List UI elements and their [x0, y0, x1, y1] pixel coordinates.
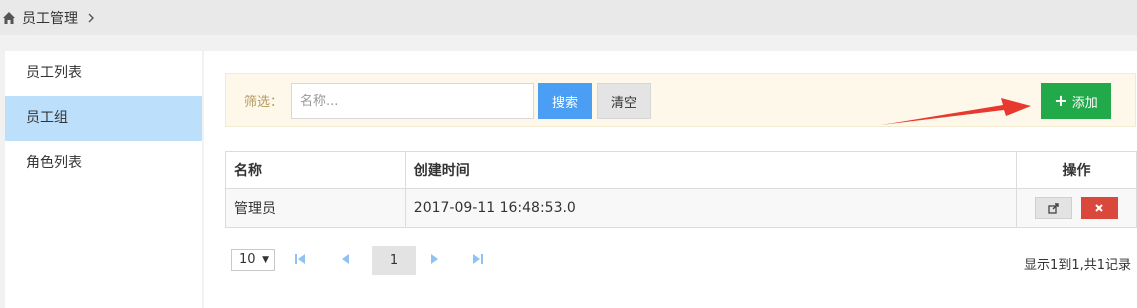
- clear-button[interactable]: 清空: [597, 83, 651, 119]
- sidebar-item-employee-group[interactable]: 员工组: [5, 96, 202, 141]
- edit-button[interactable]: [1035, 197, 1073, 219]
- column-header-created[interactable]: 创建时间: [404, 151, 1018, 189]
- filter-label: 筛选：: [244, 95, 284, 110]
- column-header-name[interactable]: 名称: [225, 151, 406, 189]
- main-panel: 筛选： 搜索 清空 + 添加 名称 创建时间 操作 管理员 2017-09-11…: [204, 51, 1137, 308]
- previous-page-icon[interactable]: [338, 251, 354, 267]
- delete-button[interactable]: [1080, 197, 1118, 219]
- record-count-text: 显示1到1,共1记录: [1024, 258, 1131, 273]
- add-button[interactable]: + 添加: [1041, 83, 1111, 119]
- group-table: 名称 创建时间 操作 管理员 2017-09-11 16:48:53.0: [225, 151, 1137, 228]
- cell-name: 管理员: [225, 188, 406, 228]
- page-size-value: 10: [239, 252, 256, 267]
- next-page-icon[interactable]: [426, 251, 442, 267]
- page-size-select[interactable]: 10 ▼: [231, 249, 275, 271]
- sidebar-item-employee-list[interactable]: 员工列表: [5, 51, 202, 96]
- current-page-button[interactable]: 1: [372, 246, 416, 275]
- last-page-icon[interactable]: [470, 251, 486, 267]
- table-row[interactable]: 管理员 2017-09-11 16:48:53.0: [225, 188, 1137, 228]
- add-button-label: 添加: [1071, 95, 1098, 111]
- column-header-actions: 操作: [1016, 151, 1137, 189]
- breadcrumb-label[interactable]: 员工管理: [22, 8, 78, 28]
- dropdown-caret-icon: ▼: [262, 255, 269, 265]
- cell-created: 2017-09-11 16:48:53.0: [404, 188, 1018, 228]
- sidebar: 员工列表 员工组 角色列表: [5, 51, 202, 308]
- pagination: 10 ▼ 1 显示1到1,共1记录: [231, 246, 1131, 275]
- table-header-row: 名称 创建时间 操作: [225, 151, 1137, 189]
- edit-share-icon: [1048, 203, 1059, 214]
- first-page-icon[interactable]: [292, 251, 308, 267]
- cell-actions: [1016, 188, 1137, 228]
- chevron-right-icon: [88, 13, 94, 22]
- breadcrumb-bar: 员工管理: [0, 0, 1137, 35]
- filter-bar: 筛选： 搜索 清空 + 添加: [225, 73, 1136, 127]
- home-icon[interactable]: [2, 11, 16, 25]
- name-search-input[interactable]: [291, 83, 534, 119]
- sidebar-item-role-list[interactable]: 角色列表: [5, 141, 202, 186]
- close-icon: [1095, 204, 1103, 212]
- plus-icon: +: [1054, 91, 1068, 110]
- search-button[interactable]: 搜索: [538, 83, 592, 119]
